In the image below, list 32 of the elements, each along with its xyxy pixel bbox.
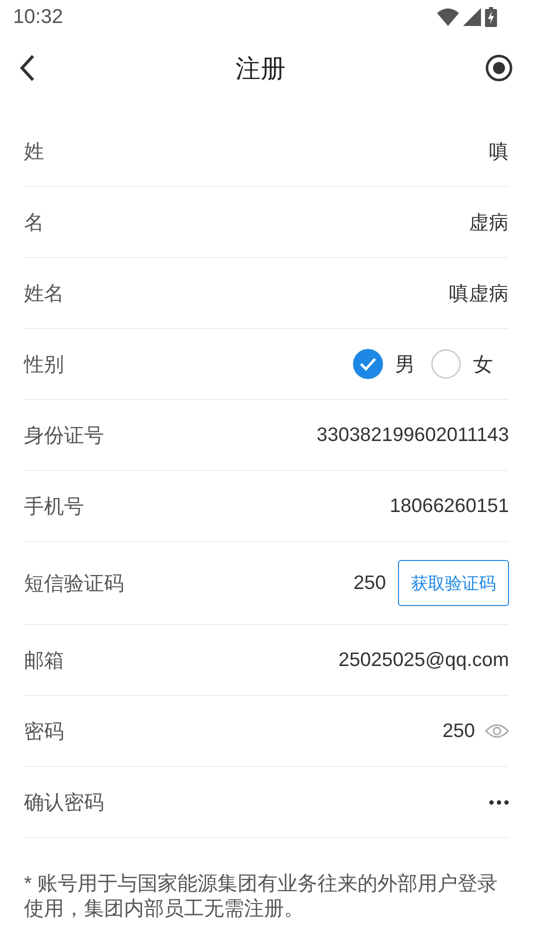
field-value: 虚病: [469, 210, 509, 236]
field-label: 邮箱: [24, 648, 64, 674]
field-label: 性别: [24, 352, 64, 378]
field-label: 确认密码: [24, 790, 104, 816]
field-value: 330382199602011143: [316, 424, 509, 446]
masked-password-icon: [489, 800, 509, 804]
field-label: 手机号: [24, 494, 84, 520]
field-label: 短信验证码: [24, 572, 124, 596]
checked-radio-icon: [353, 349, 383, 379]
wifi-icon: [437, 8, 459, 26]
record-icon[interactable]: [485, 54, 513, 82]
field-value: 250: [353, 572, 386, 594]
get-code-button[interactable]: 获取验证码: [398, 560, 509, 606]
field-value: 250: [442, 720, 475, 742]
gender-radio[interactable]: 男: [353, 349, 415, 379]
field-value: 18066260151: [390, 494, 509, 518]
field-label: 姓: [24, 140, 44, 164]
field-label: 姓名: [24, 282, 64, 306]
back-icon[interactable]: [18, 54, 36, 82]
page-title: 注册: [236, 54, 286, 84]
status-time: 10:32: [13, 6, 64, 28]
signal-icon: [463, 8, 481, 26]
gender-radio[interactable]: 女: [431, 349, 493, 379]
radio-icon: [431, 349, 461, 379]
field-label: 身份证号: [24, 424, 104, 448]
battery-icon: [485, 7, 497, 27]
field-value: 嗔虚病: [449, 282, 509, 306]
notice-text: * 账号用于与国家能源集团有业务往来的外部用户登录使用，集团内部员工无需注册。: [24, 872, 498, 922]
field-value: 25025025@qq.com: [338, 648, 509, 672]
field-label: 密码: [24, 720, 64, 744]
field-label: 名: [24, 210, 44, 236]
field-value: 嗔: [489, 140, 509, 164]
